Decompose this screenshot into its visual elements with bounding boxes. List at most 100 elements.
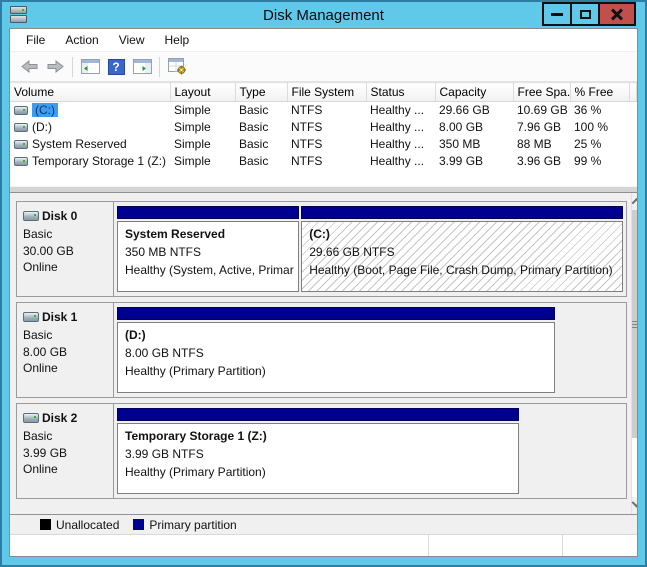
show-action-pane-button[interactable] — [129, 55, 155, 79]
column-layout[interactable]: Layout — [170, 83, 235, 102]
cell-status: Healthy ... — [366, 136, 435, 153]
scrollbar-thumb[interactable] — [632, 210, 637, 438]
forward-icon — [47, 60, 64, 73]
manage-computer-button[interactable] — [164, 55, 190, 79]
disk-icon — [23, 312, 39, 322]
toolbar-separator — [159, 57, 160, 77]
cell-file-system: NTFS — [287, 102, 366, 119]
column-status[interactable]: Status — [366, 83, 435, 102]
menu-view[interactable]: View — [109, 30, 155, 50]
volume-row-d[interactable]: (D:) Simple Basic NTFS Healthy ... 8.00 … — [10, 119, 637, 136]
scroll-down-button[interactable] — [632, 497, 637, 514]
disk-rows: Disk 0 Basic 30.00 GB Online System Rese… — [10, 193, 631, 514]
cell-capacity: 3.99 GB — [435, 153, 513, 170]
cell-file-system: NTFS — [287, 119, 366, 136]
cell-free-space: 7.96 GB — [513, 119, 570, 136]
help-icon: ? — [108, 59, 125, 75]
unallocated-swatch — [40, 519, 51, 530]
volume-name: Temporary Storage 1 (Z:) — [32, 154, 166, 168]
disk-icon — [23, 211, 39, 221]
cell-type: Basic — [235, 102, 287, 119]
partition-size: 3.99 GB NTFS — [125, 445, 511, 463]
menu-bar: File Action View Help — [10, 29, 637, 51]
minimize-icon — [551, 13, 563, 16]
column-pct-free[interactable]: % Free — [570, 83, 629, 102]
cell-type: Basic — [235, 153, 287, 170]
disk-status: Online — [23, 461, 111, 478]
chevron-up-icon — [631, 198, 637, 208]
forward-button[interactable] — [42, 55, 68, 79]
column-capacity[interactable]: Capacity — [435, 83, 513, 102]
back-button[interactable] — [16, 55, 42, 79]
toolbar: ? — [10, 51, 637, 82]
cell-free-space: 10.69 GB — [513, 102, 570, 119]
menu-file[interactable]: File — [16, 30, 55, 50]
primary-partition-color-bar — [117, 408, 519, 421]
partition-system-reserved[interactable]: System Reserved 350 MB NTFS Healthy (Sys… — [117, 206, 299, 292]
disk-0-label[interactable]: Disk 0 Basic 30.00 GB Online — [17, 202, 114, 296]
disk-0-block: Disk 0 Basic 30.00 GB Online System Rese… — [16, 201, 627, 297]
cell-type: Basic — [235, 119, 287, 136]
maximize-icon — [580, 10, 591, 19]
back-icon — [21, 60, 38, 73]
partition-z[interactable]: Temporary Storage 1 (Z:) 3.99 GB NTFS He… — [117, 408, 519, 494]
disk-pane-scrollbar[interactable] — [631, 193, 637, 514]
disk-icon — [23, 413, 39, 423]
status-section — [429, 535, 563, 556]
primary-partition-color-bar — [117, 307, 555, 320]
scrollbar-track[interactable] — [632, 438, 637, 497]
show-console-tree-button[interactable] — [77, 55, 103, 79]
cell-pct-free: 25 % — [570, 136, 629, 153]
menu-help[interactable]: Help — [155, 30, 200, 50]
maximize-button[interactable] — [570, 2, 600, 26]
cell-file-system: NTFS — [287, 153, 366, 170]
column-type[interactable]: Type — [235, 83, 287, 102]
disk-1-label[interactable]: Disk 1 Basic 8.00 GB Online — [17, 303, 114, 397]
disk-2-label[interactable]: Disk 2 Basic 3.99 GB Online — [17, 404, 114, 498]
cell-layout: Simple — [170, 119, 235, 136]
disk-type: Basic — [23, 226, 111, 243]
volume-row-temporary-storage[interactable]: Temporary Storage 1 (Z:) Simple Basic NT… — [10, 153, 637, 170]
menu-action[interactable]: Action — [55, 30, 108, 50]
disk-0-graphic: System Reserved 350 MB NTFS Healthy (Sys… — [114, 202, 626, 296]
cell-capacity: 29.66 GB — [435, 102, 513, 119]
legend-bar: Unallocated Primary partition — [10, 514, 637, 534]
scroll-up-button[interactable] — [632, 193, 637, 210]
volume-icon — [14, 123, 28, 132]
titlebar: Disk Management — [2, 2, 645, 28]
graphical-view-pane: Disk 0 Basic 30.00 GB Online System Rese… — [10, 193, 637, 514]
disk-size: 30.00 GB — [23, 243, 111, 260]
cell-type: Basic — [235, 136, 287, 153]
disk-status: Online — [23, 259, 111, 276]
help-button[interactable]: ? — [103, 55, 129, 79]
cell-capacity: 8.00 GB — [435, 119, 513, 136]
status-section — [563, 535, 637, 556]
disk-status: Online — [23, 360, 111, 377]
minimize-button[interactable] — [542, 2, 572, 26]
column-free-space[interactable]: Free Spa... — [513, 83, 570, 102]
partition-name: (D:) — [125, 326, 547, 344]
disk-1-block: Disk 1 Basic 8.00 GB Online (D:) 8.00 GB… — [16, 302, 627, 398]
volume-icon — [14, 157, 28, 166]
disk-name: Disk 0 — [42, 208, 77, 225]
status-section — [10, 535, 429, 556]
partition-health: Healthy (Primary Partition) — [125, 463, 511, 481]
cell-layout: Simple — [170, 153, 235, 170]
status-bar — [10, 534, 637, 556]
column-volume[interactable]: Volume — [10, 83, 170, 102]
partition-d[interactable]: (D:) 8.00 GB NTFS Healthy (Primary Parti… — [117, 307, 555, 393]
volume-row-system-reserved[interactable]: System Reserved Simple Basic NTFS Health… — [10, 136, 637, 153]
volume-row-c[interactable]: (C:) Simple Basic NTFS Healthy ... 29.66… — [10, 102, 637, 119]
partition-name: System Reserved — [125, 225, 291, 243]
cell-capacity: 350 MB — [435, 136, 513, 153]
column-file-system[interactable]: File System — [287, 83, 366, 102]
close-icon — [610, 7, 624, 21]
manage-computer-icon — [168, 58, 187, 75]
cell-layout: Simple — [170, 102, 235, 119]
partition-c[interactable]: (C:) 29.66 GB NTFS Healthy (Boot, Page F… — [301, 206, 623, 292]
window-content: File Action View Help ? — [9, 28, 638, 557]
close-button[interactable] — [598, 2, 636, 26]
partition-health: Healthy (Primary Partition) — [125, 362, 547, 380]
pane-splitter[interactable] — [10, 186, 637, 193]
window-controls — [544, 2, 636, 26]
